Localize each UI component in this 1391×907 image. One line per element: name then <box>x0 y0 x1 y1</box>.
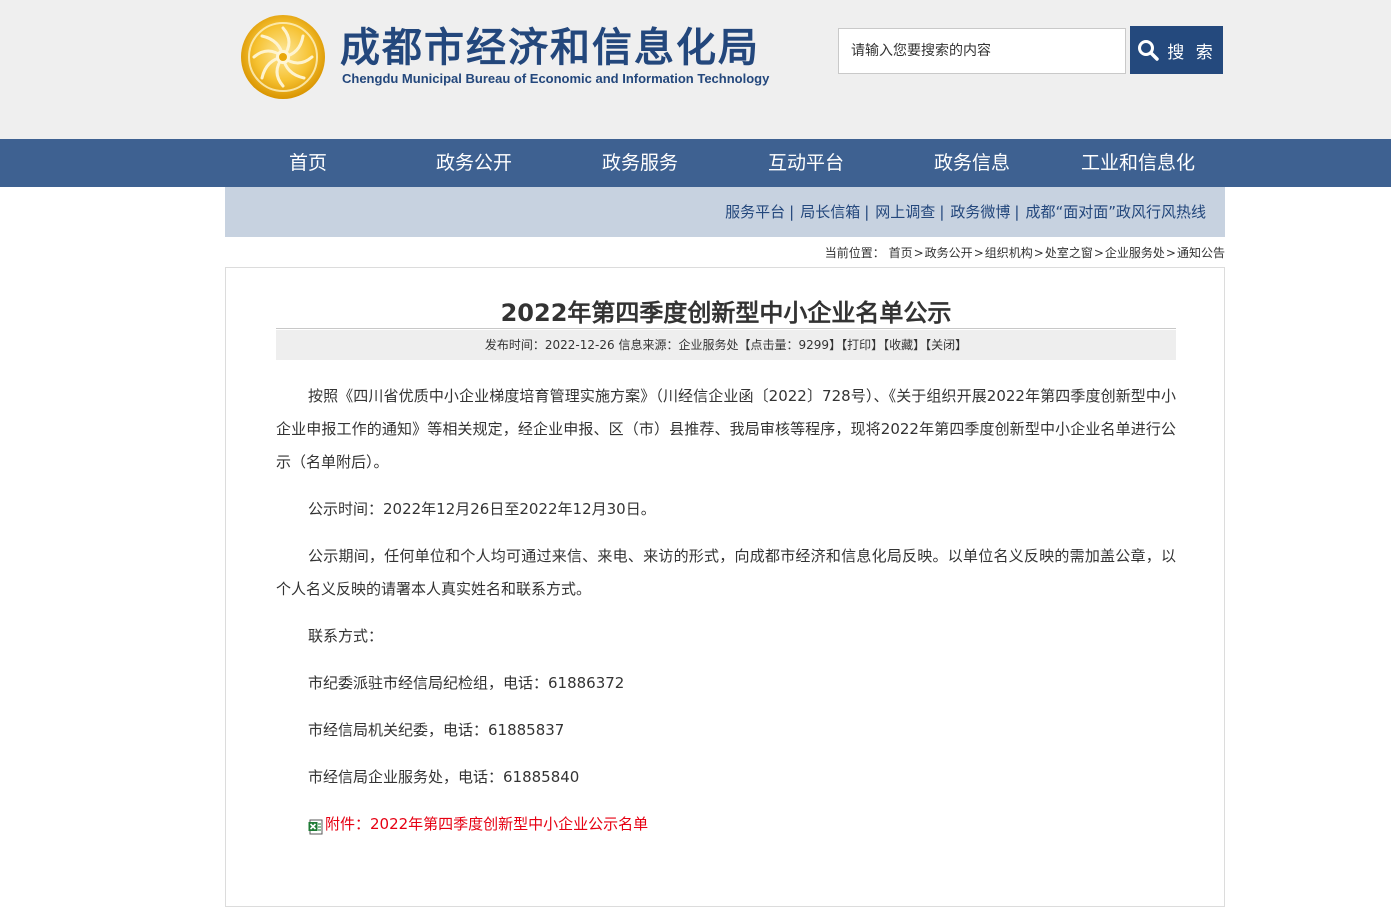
sub-nav: 服务平台 | 局长信箱 | 网上调查 | 政务微博 | 成都“面对面”政风行风热线 <box>225 187 1225 237</box>
body-paragraph: 公示期间，任何单位和个人均可通过来信、来电、来访的形式，向成都市经济和信息化局反… <box>276 547 1176 598</box>
subnav-link-online-survey[interactable]: 网上调查 <box>875 203 935 221</box>
breadcrumb-prefix: 当前位置： <box>824 246 885 260</box>
site-header: 成都市经济和信息化局 Chengdu Municipal Bureau of E… <box>0 0 1391 139</box>
body-paragraph: 市纪委派驻市经信局纪检组，电话：61886372 <box>308 674 625 692</box>
subnav-separator: | <box>864 203 870 221</box>
subnav-separator: | <box>1014 203 1020 221</box>
subnav-link-service-platform[interactable]: 服务平台 <box>725 203 785 221</box>
subnav-link-face-to-face-hotline[interactable]: 成都“面对面”政风行风热线 <box>1025 203 1206 221</box>
body-paragraph: 公示时间：2022年12月26日至2022年12月30日。 <box>308 500 656 518</box>
excel-file-icon <box>308 819 323 834</box>
body-paragraph: 市经信局企业服务处，电话：61885840 <box>308 768 580 786</box>
nav-item-interactive-platform[interactable]: 互动平台 <box>723 139 889 187</box>
breadcrumb-item[interactable]: 首页 <box>889 246 913 260</box>
main-nav: 首页 政务公开 政务服务 互动平台 政务信息 工业和信息化 <box>0 139 1391 187</box>
breadcrumb-separator: > <box>1033 246 1044 260</box>
breadcrumb-item[interactable]: 处室之窗 <box>1045 246 1093 260</box>
click-count-label: 【点击量： <box>738 338 799 352</box>
magnifier-icon <box>1138 40 1160 61</box>
subnav-separator: | <box>789 203 795 221</box>
publish-date: 2022-12-26 <box>544 338 615 352</box>
breadcrumb-separator: > <box>1093 246 1104 260</box>
favorite-link[interactable]: 【收藏】 <box>883 338 925 352</box>
breadcrumb-item[interactable]: 组织机构 <box>985 246 1033 260</box>
site-title-chinese: 成都市经济和信息化局 <box>340 25 760 71</box>
article-container: 2022年第四季度创新型中小企业名单公示 发布时间：2022-12-26 信息来… <box>225 267 1225 907</box>
article-title: 2022年第四季度创新型中小企业名单公示 <box>500 299 952 327</box>
search-button[interactable]: 搜 索 <box>1130 26 1223 74</box>
nav-item-government-affairs-disclosure[interactable]: 政务公开 <box>391 139 557 187</box>
body-paragraph: 联系方式： <box>308 627 384 645</box>
breadcrumb-item[interactable]: 通知公告 <box>1177 246 1225 260</box>
title-divider <box>276 328 1176 329</box>
sub-nav-links: 服务平台 | 局长信箱 | 网上调查 | 政务微博 | 成都“面对面”政风行风热线 <box>725 187 1206 237</box>
subnav-separator: | <box>939 203 945 221</box>
attachment-row: 附件：2022年第四季度创新型中小企业公示名单 <box>276 808 1176 841</box>
breadcrumb-item[interactable]: 企业服务处 <box>1105 246 1165 260</box>
source-value: 企业服务处 <box>678 338 739 352</box>
subnav-link-director-mailbox[interactable]: 局长信箱 <box>800 203 860 221</box>
body-paragraph: 市经信局机关纪委，电话：61885837 <box>308 721 565 739</box>
breadcrumb: 当前位置： 首页>政务公开>组织机构>处室之窗>企业服务处>通知公告 <box>825 244 1225 261</box>
body-paragraph: 按照《四川省优质中小企业梯度培育管理实施方案》（川经信企业函〔2022〕728号… <box>276 387 1176 471</box>
search-button-label: 搜 索 <box>1167 42 1216 63</box>
print-link[interactable]: 【打印】 <box>841 338 883 352</box>
attachment-link[interactable]: 附件：2022年第四季度创新型中小企业公示名单 <box>325 808 648 841</box>
breadcrumb-separator: > <box>1165 246 1176 260</box>
publish-date-label: 发布时间： <box>484 338 545 352</box>
article-body: 按照《四川省优质中小企业梯度培育管理实施方案》（川经信企业函〔2022〕728号… <box>276 380 1176 841</box>
search-input[interactable] <box>838 28 1126 74</box>
breadcrumb-separator: > <box>913 246 924 260</box>
breadcrumb-separator: > <box>973 246 984 260</box>
nav-item-industry-and-informatization[interactable]: 工业和信息化 <box>1055 139 1221 187</box>
source-label: 信息来源： <box>618 338 679 352</box>
bureau-logo-icon[interactable] <box>240 14 326 100</box>
article-meta-bar: 发布时间：2022-12-26 信息来源：企业服务处【点击量：9299】【打印】… <box>276 330 1176 360</box>
click-count: 9299 <box>798 338 830 352</box>
subnav-link-government-weibo[interactable]: 政务微博 <box>950 203 1010 221</box>
click-count-suffix: 】 <box>829 338 842 352</box>
nav-item-government-services[interactable]: 政务服务 <box>557 139 723 187</box>
nav-item-home[interactable]: 首页 <box>225 139 391 187</box>
site-title-english: Chengdu Municipal Bureau of Economic and… <box>342 71 770 86</box>
nav-item-government-information[interactable]: 政务信息 <box>889 139 1055 187</box>
breadcrumb-item[interactable]: 政务公开 <box>925 246 973 260</box>
close-link[interactable]: 【关闭】 <box>925 338 967 352</box>
